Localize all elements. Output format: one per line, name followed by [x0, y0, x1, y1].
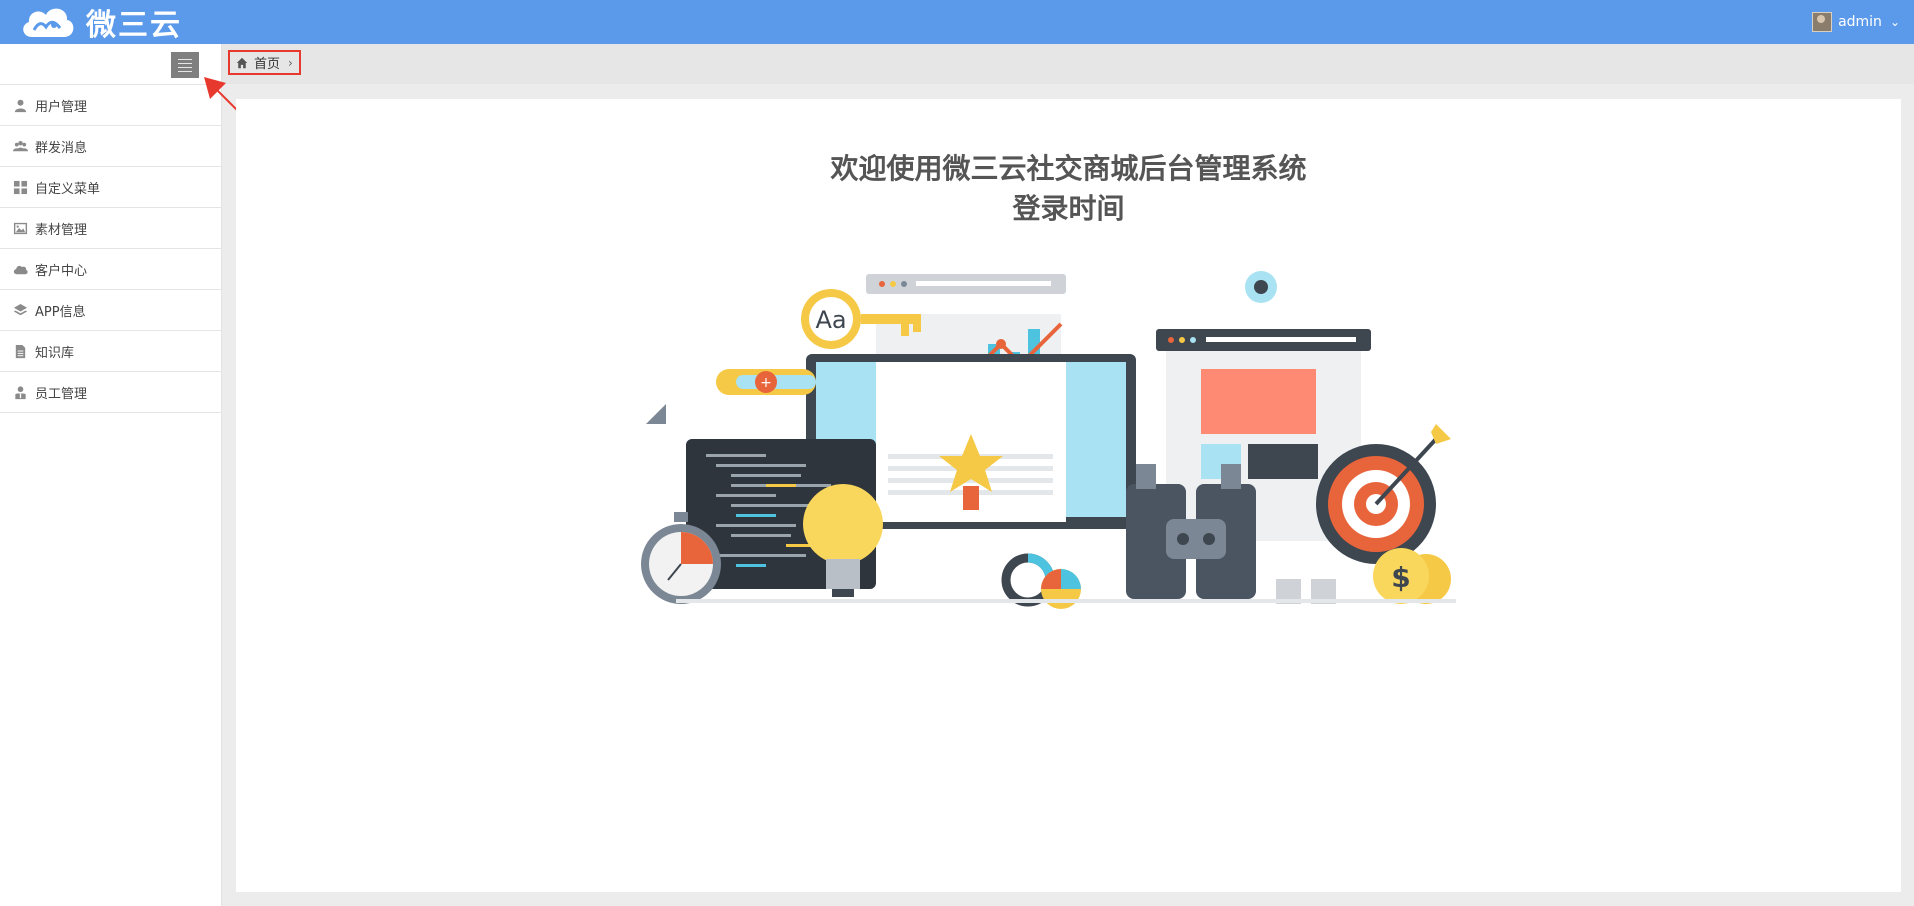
user-menu[interactable]: admin ⌄ [1812, 0, 1900, 44]
svg-text:Aa: Aa [815, 306, 846, 334]
sidebar-item-label: 员工管理 [35, 386, 88, 402]
sidebar-item-app-info[interactable]: APP信息 [0, 290, 221, 331]
content-panel: 欢迎使用微三云社交商城后台管理系统 登录时间 Aa + $ [236, 99, 1901, 892]
sidebar-item-label: 群发消息 [35, 140, 88, 156]
welcome-heading: 欢迎使用微三云社交商城后台管理系统 登录时间 [236, 149, 1901, 229]
grid-icon [13, 180, 28, 194]
logo[interactable]: 微三云 [20, 0, 182, 44]
sidebar-toggle-button[interactable] [171, 52, 199, 78]
breadcrumb[interactable]: 首页 › [228, 50, 301, 75]
sidebar-item-label: 自定义菜单 [35, 181, 101, 197]
svg-text:+: + [760, 375, 772, 391]
sidebar-item-label: 客户中心 [35, 263, 88, 279]
sidebar-item-custom-menu[interactable]: 自定义菜单 [0, 167, 221, 208]
chevron-down-icon: ⌄ [1889, 15, 1900, 29]
sidebar-item-label: 素材管理 [35, 222, 88, 238]
sidebar-item-mass-message[interactable]: 群发消息 [0, 126, 221, 167]
sidebar-item-user-management[interactable]: 用户管理 [0, 85, 221, 126]
breadcrumb-bar: 首页 › [222, 44, 1914, 84]
staff-icon [15, 385, 26, 399]
user-icon [14, 99, 27, 112]
dashboard-illustration: Aa + $ [641, 271, 1456, 609]
avatar [1812, 12, 1833, 32]
cloud-icon [13, 265, 28, 274]
image-icon [13, 222, 28, 234]
sidebar: 用户管理 群发消息 自定义菜单 素材管理 客户中心 APP信息 知识库 员工管理 [0, 44, 222, 906]
sidebar-menu: 用户管理 群发消息 自定义菜单 素材管理 客户中心 APP信息 知识库 员工管理 [0, 84, 221, 413]
sidebar-item-staff-management[interactable]: 员工管理 [0, 372, 221, 413]
home-icon [236, 57, 248, 68]
welcome-title: 欢迎使用微三云社交商城后台管理系统 [830, 152, 1307, 185]
username: admin [1838, 14, 1882, 30]
sidebar-item-customer-center[interactable]: 客户中心 [0, 249, 221, 290]
users-icon [13, 140, 28, 151]
cloud-logo-icon [23, 8, 74, 37]
sidebar-item-label: 用户管理 [35, 99, 88, 115]
sidebar-item-knowledge-base[interactable]: 知识库 [0, 331, 221, 372]
login-time-label: 登录时间 [1012, 192, 1125, 225]
sidebar-item-media[interactable]: 素材管理 [0, 208, 221, 249]
chevron-right-icon: › [288, 55, 293, 70]
svg-text:$: $ [1391, 561, 1410, 594]
top-bar: 微三云 admin ⌄ [0, 0, 1914, 44]
layers-icon [13, 303, 28, 315]
sidebar-item-label: APP信息 [35, 304, 86, 320]
breadcrumb-home: 首页 [254, 57, 281, 72]
brand-name: 微三云 [86, 8, 182, 43]
document-icon [15, 344, 26, 358]
sidebar-item-label: 知识库 [35, 345, 75, 361]
